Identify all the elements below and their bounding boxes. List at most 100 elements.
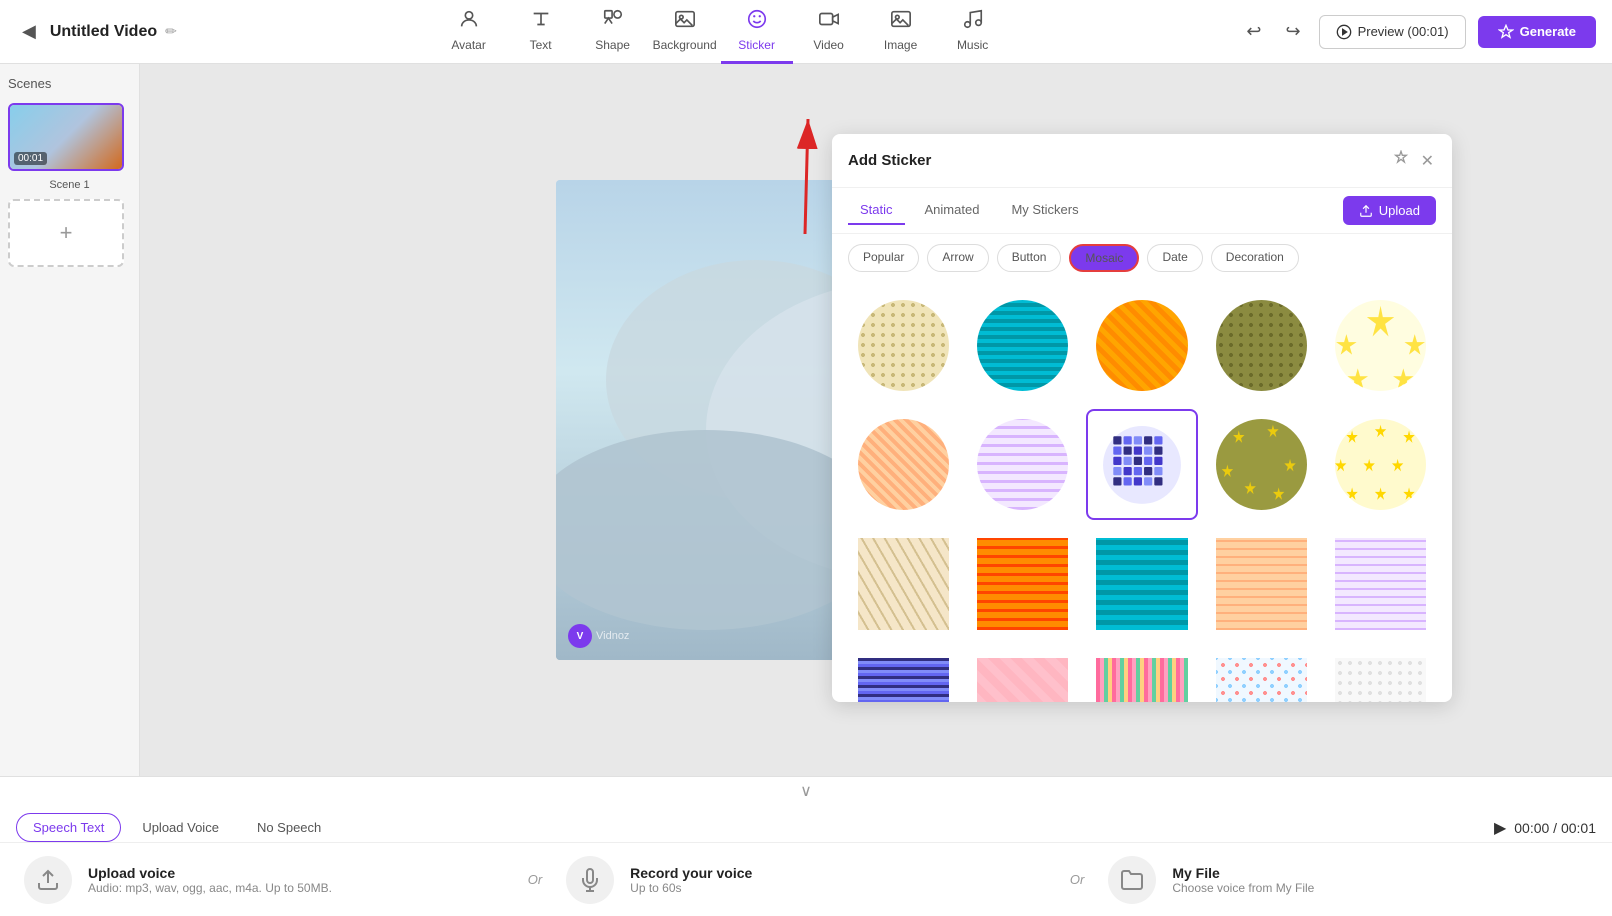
bottom-tabs: Speech Text Upload Voice No Speech ▶ 00:… [0, 805, 1612, 843]
filter-mosaic[interactable]: Mosaic [1069, 244, 1139, 272]
tab-animated[interactable]: Animated [913, 196, 992, 225]
add-scene-button[interactable]: + [8, 199, 124, 267]
scene-1-time: 00:01 [14, 152, 47, 165]
record-voice-title: Record your voice [630, 865, 752, 881]
close-button[interactable]: ✕ [1419, 148, 1436, 173]
toolbar-right: ↩ ↪ Preview (00:01) Generate [1240, 15, 1596, 49]
tool-image-label: Image [884, 38, 917, 52]
tab-upload-voice[interactable]: Upload Voice [125, 813, 236, 842]
upload-voice-section: Upload voice Audio: mp3, wav, ogg, aac, … [24, 856, 504, 904]
toolbar-center: Avatar Text Shape Background [201, 0, 1241, 64]
sticker-1[interactable] [848, 290, 959, 401]
sticker-10[interactable] [1325, 409, 1436, 520]
sticker-7[interactable] [967, 409, 1078, 520]
upload-voice-title: Upload voice [88, 865, 332, 881]
sticker-grid [832, 282, 1452, 702]
project-title: Untitled Video [50, 23, 157, 41]
avatar-icon [458, 8, 480, 36]
sticker-4[interactable] [1206, 290, 1317, 401]
sticker-icon [746, 8, 768, 36]
tool-background-label: Background [653, 38, 717, 52]
upload-voice-icon [24, 856, 72, 904]
record-voice-section: Record your voice Up to 60s [566, 856, 1046, 904]
upload-voice-desc: Audio: mp3, wav, ogg, aac, m4a. Up to 50… [88, 881, 332, 895]
tool-music[interactable]: Music [937, 0, 1009, 64]
tab-static[interactable]: Static [848, 196, 905, 225]
image-icon [890, 8, 912, 36]
sticker-8[interactable] [1086, 409, 1197, 520]
scene-1-bg: 00:01 [10, 105, 122, 169]
back-button[interactable]: ◀ [16, 15, 42, 48]
sticker-15[interactable] [1325, 528, 1436, 639]
toolbar-left: ◀ Untitled Video ✏ [16, 15, 177, 48]
edit-title-icon[interactable]: ✏ [165, 23, 177, 40]
shape-icon [602, 8, 624, 36]
sticker-14[interactable] [1206, 528, 1317, 639]
undo-button[interactable]: ↩ [1240, 15, 1267, 48]
tool-shape[interactable]: Shape [577, 0, 649, 64]
tool-video[interactable]: Video [793, 0, 865, 64]
tab-speech-text[interactable]: Speech Text [16, 813, 121, 842]
filter-date[interactable]: Date [1147, 244, 1202, 272]
my-file-title: My File [1172, 865, 1314, 881]
or-divider-2: Or [1070, 872, 1084, 887]
sticker-6[interactable] [848, 409, 959, 520]
tool-text-label: Text [530, 38, 552, 52]
scenes-sidebar: Scenes 00:01 Scene 1 + [0, 64, 140, 776]
scene-1-label: Scene 1 [8, 179, 131, 191]
tab-my-stickers[interactable]: My Stickers [999, 196, 1090, 225]
tab-no-speech[interactable]: No Speech [240, 813, 338, 842]
tool-sticker-label: Sticker [738, 38, 775, 52]
sticker-17[interactable] [967, 648, 1078, 702]
scene-1-thumb[interactable]: 00:01 [8, 103, 124, 171]
expand-icon: ∨ [800, 781, 812, 801]
filter-button[interactable]: Button [997, 244, 1062, 272]
video-icon [818, 8, 840, 36]
background-icon [674, 8, 696, 36]
filter-popular[interactable]: Popular [848, 244, 919, 272]
watermark-text: Vidnoz [596, 630, 629, 642]
main-area: Scenes 00:01 Scene 1 + [0, 64, 1612, 776]
tool-shape-label: Shape [595, 38, 630, 52]
sticker-16[interactable] [848, 648, 959, 702]
canvas-area: V Vidnoz Add Sticker ✕ [140, 64, 1612, 776]
bottom-expand[interactable]: ∨ [0, 777, 1612, 805]
upload-voice-info: Upload voice Audio: mp3, wav, ogg, aac, … [88, 865, 332, 895]
play-button[interactable]: ▶ [1494, 818, 1506, 838]
sticker-13[interactable] [1086, 528, 1197, 639]
sticker-3[interactable] [1086, 290, 1197, 401]
redo-button[interactable]: ↪ [1279, 15, 1306, 48]
sticker-5[interactable] [1325, 290, 1436, 401]
tool-background[interactable]: Background [649, 0, 721, 64]
sticker-18[interactable] [1086, 648, 1197, 702]
generate-button[interactable]: Generate [1478, 16, 1596, 48]
watermark-logo: V [568, 624, 592, 648]
record-voice-desc: Up to 60s [630, 881, 752, 895]
record-voice-icon [566, 856, 614, 904]
record-voice-info: Record your voice Up to 60s [630, 865, 752, 895]
my-file-section: My File Choose voice from My File [1108, 856, 1588, 904]
or-divider-1: Or [528, 872, 542, 887]
tool-music-label: Music [957, 38, 988, 52]
sticker-12[interactable] [967, 528, 1078, 639]
sticker-2[interactable] [967, 290, 1078, 401]
text-icon [530, 8, 552, 36]
sticker-19[interactable] [1206, 648, 1317, 702]
tool-avatar[interactable]: Avatar [433, 0, 505, 64]
filter-chips: Popular Arrow Button Mosaic Date Decorat… [832, 234, 1452, 282]
my-file-icon [1108, 856, 1156, 904]
filter-decoration[interactable]: Decoration [1211, 244, 1299, 272]
tool-sticker[interactable]: Sticker [721, 0, 793, 64]
tool-text[interactable]: Text [505, 0, 577, 64]
tool-avatar-label: Avatar [451, 38, 485, 52]
tool-video-label: Video [813, 38, 843, 52]
sticker-11[interactable] [848, 528, 959, 639]
sticker-9[interactable] [1206, 409, 1317, 520]
filter-arrow[interactable]: Arrow [927, 244, 988, 272]
preview-label: Preview (00:01) [1358, 24, 1449, 39]
pin-button[interactable] [1391, 148, 1411, 173]
sticker-20[interactable] [1325, 648, 1436, 702]
tool-image[interactable]: Image [865, 0, 937, 64]
preview-button[interactable]: Preview (00:01) [1319, 15, 1466, 49]
upload-button[interactable]: Upload [1343, 196, 1436, 225]
